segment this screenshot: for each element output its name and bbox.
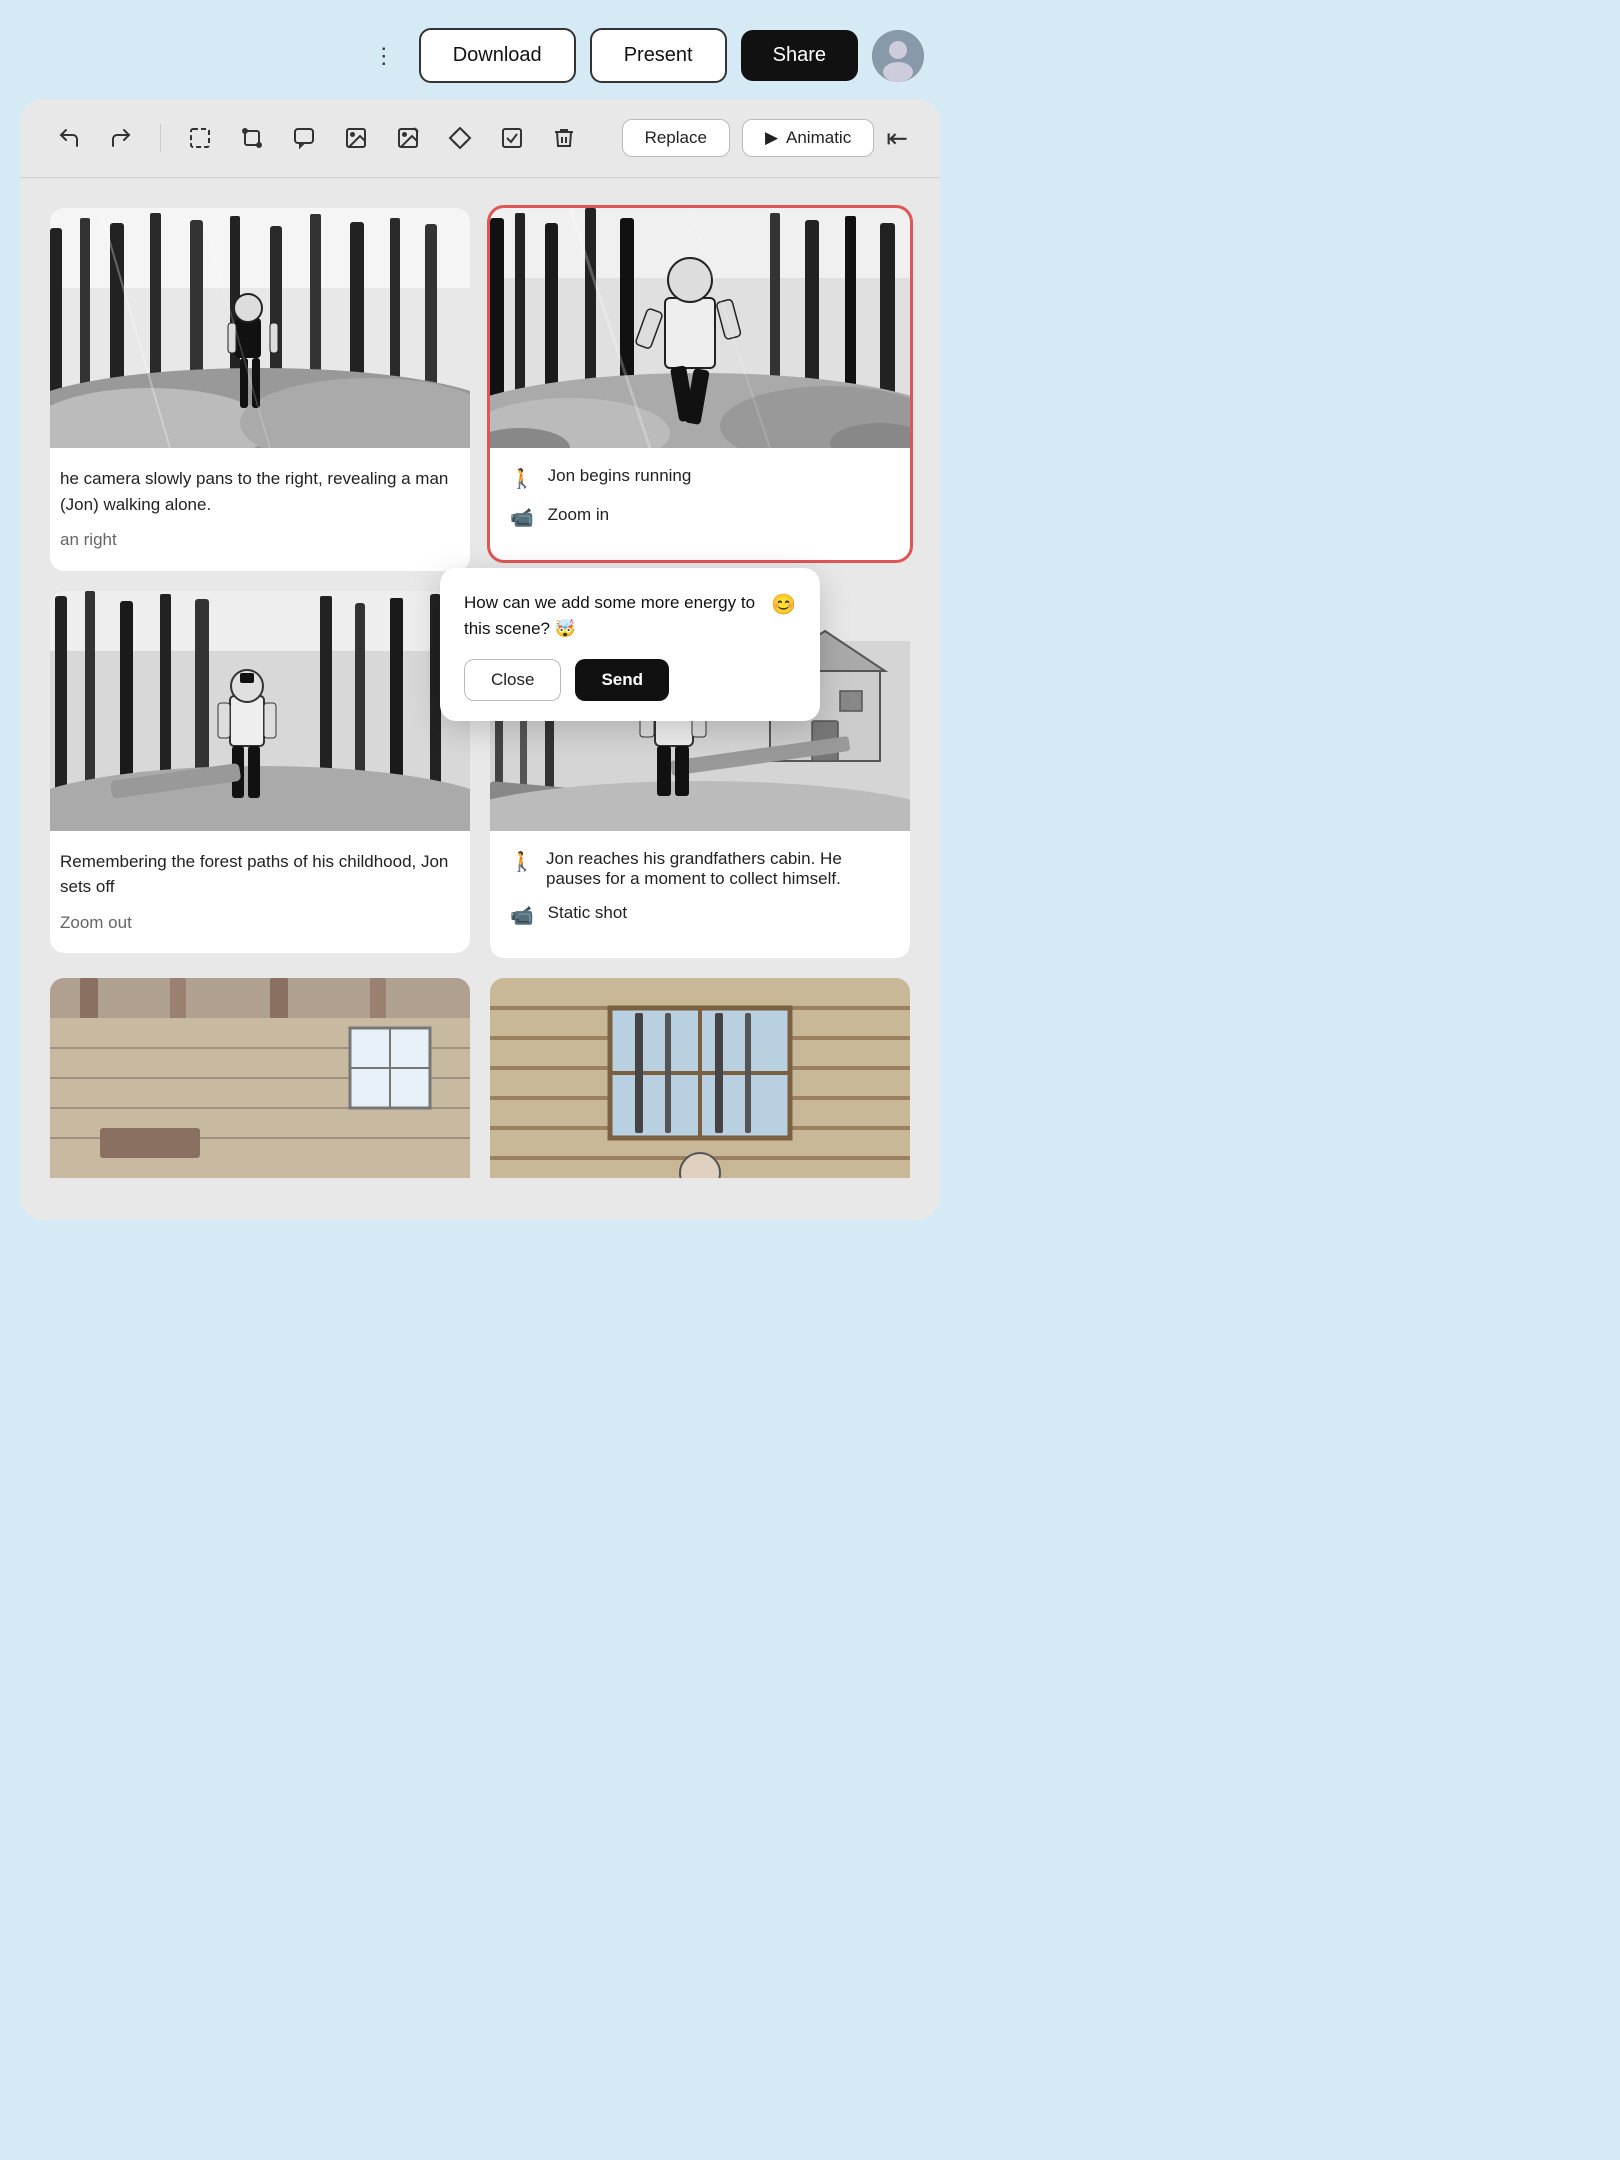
panel-3: Remembering the forest paths of his chil… [40, 581, 480, 968]
delete-icon[interactable] [547, 121, 581, 155]
panel-1-image [50, 208, 470, 448]
panel-3-text: Remembering the forest paths of his chil… [50, 831, 470, 954]
share-button[interactable]: Share [741, 30, 858, 81]
image-edit-icon[interactable] [391, 121, 425, 155]
panel-1-direction: an right [60, 527, 460, 553]
panel-4-action-1: 🚶 Jon reaches his grandfathers cabin. He… [510, 849, 890, 889]
panel-2-action-1: 🚶 Jon begins running [510, 466, 890, 491]
storyboard-grid: he camera slowly pans to the right, reve… [20, 178, 940, 968]
panel-5-image [50, 978, 470, 1178]
panel-5-inner [50, 978, 470, 1178]
camera-icon: 📹 [510, 506, 534, 530]
panel-4-action-2-text: Static shot [548, 903, 627, 923]
present-button[interactable]: Present [590, 28, 727, 83]
panel-6-inner [490, 978, 910, 1178]
panel-6 [480, 968, 920, 1188]
camera-icon-2: 📹 [510, 904, 534, 928]
replace-button[interactable]: Replace [622, 119, 730, 157]
main-card: Replace ▶ Animatic ⇤ [20, 99, 940, 1220]
top-bar: ⋮ Download Present Share [0, 0, 960, 99]
panel-3-inner: Remembering the forest paths of his chil… [50, 591, 470, 954]
close-button[interactable]: Close [464, 659, 561, 701]
panel-3-image [50, 591, 470, 831]
panel-2-content: 🚶 Jon begins running 📹 Zoom in [490, 448, 910, 560]
play-icon: ▶ [765, 128, 778, 148]
panel-3-description: Remembering the forest paths of his chil… [60, 849, 460, 900]
crop-icon[interactable] [235, 121, 269, 155]
running-icon-2: 🚶 [510, 850, 532, 874]
sep-1 [160, 124, 161, 152]
comment-message: How can we add some more energy to this … [464, 590, 761, 641]
comment-actions: Close Send [464, 659, 796, 701]
bottom-panels [20, 968, 940, 1188]
panel-2-action-2-text: Zoom in [548, 505, 609, 525]
undo-icon[interactable] [52, 121, 86, 155]
running-icon: 🚶 [510, 467, 534, 491]
panel-2-inner: 🚶 Jon begins running 📹 Zoom in [490, 208, 910, 560]
comment-popup: How can we add some more energy to this … [440, 568, 820, 721]
panel-4-content: 🚶 Jon reaches his grandfathers cabin. He… [490, 831, 910, 958]
toolbar: Replace ▶ Animatic ⇤ [20, 99, 940, 178]
panel-1-inner: he camera slowly pans to the right, reve… [50, 208, 470, 571]
comment-text-area: How can we add some more energy to this … [464, 590, 796, 641]
move-icon[interactable] [443, 121, 477, 155]
send-button[interactable]: Send [575, 659, 669, 701]
panel-2-action-1-text: Jon begins running [548, 466, 692, 486]
download-button[interactable]: Download [419, 28, 576, 83]
avatar[interactable] [872, 30, 924, 82]
panel-2-action-2: 📹 Zoom in [510, 505, 890, 530]
redo-icon[interactable] [104, 121, 138, 155]
panel-1-text: he camera slowly pans to the right, reve… [50, 448, 470, 571]
panel-2-image [490, 208, 910, 448]
panel-1: he camera slowly pans to the right, reve… [40, 198, 480, 581]
panel-3-direction: Zoom out [60, 910, 460, 936]
animatic-button[interactable]: ▶ Animatic [742, 119, 874, 157]
comment-icon[interactable] [287, 121, 321, 155]
select-icon[interactable] [183, 121, 217, 155]
panel-4-action-2: 📹 Static shot [510, 903, 890, 928]
back-arrow-icon[interactable]: ⇤ [886, 123, 908, 154]
panel-1-description: he camera slowly pans to the right, reve… [60, 466, 460, 517]
panel-5 [40, 968, 480, 1188]
panel-4-action-1-text: Jon reaches his grandfathers cabin. He p… [546, 849, 890, 889]
panel-6-image [490, 978, 910, 1178]
panel-2: 🚶 Jon begins running 📹 Zoom in [480, 198, 920, 581]
more-options-icon[interactable]: ⋮ [373, 43, 397, 69]
toolbar-right: Replace ▶ Animatic ⇤ [622, 119, 908, 157]
emoji-icon: 😊 [771, 590, 796, 620]
image-icon[interactable] [339, 121, 373, 155]
check-icon[interactable] [495, 121, 529, 155]
